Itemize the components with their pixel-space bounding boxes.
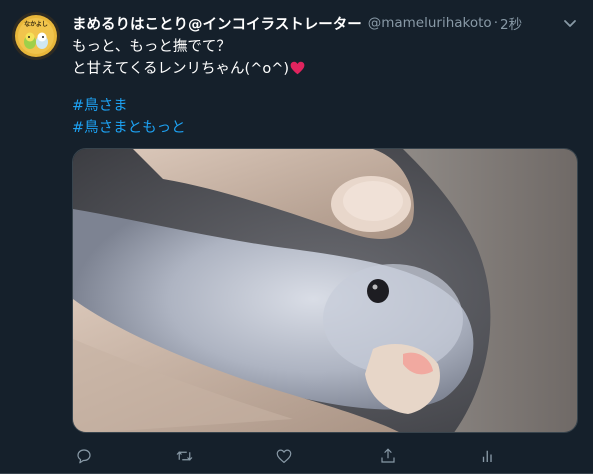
- more-options-button[interactable]: [559, 12, 581, 34]
- like-icon: [276, 449, 292, 463]
- author-handle[interactable]: @mamelurihakoto: [368, 15, 492, 31]
- share-button[interactable]: [376, 444, 400, 468]
- tweet-actions: [72, 444, 502, 468]
- hashtag-link[interactable]: #鳥さまともっと: [72, 117, 186, 139]
- tweet-text-line: と甘えてくるレンリちゃん(^o^): [72, 58, 305, 80]
- hashtag-list: #鳥さま #鳥さまともっと: [72, 95, 186, 139]
- analytics-button[interactable]: [476, 444, 500, 468]
- reply-button[interactable]: [72, 444, 96, 468]
- reply-icon: [77, 449, 91, 464]
- heart-emoji-icon: [290, 61, 305, 75]
- retweet-button[interactable]: [172, 444, 196, 468]
- tweet-timestamp[interactable]: 2秒: [500, 13, 522, 33]
- tweet[interactable]: なかよし まめるりはことり@インコイラストレーター @mamelurihakot…: [0, 0, 593, 474]
- tweet-text: もっと、もっと撫でて？ と甘えてくるレンリちゃん(^o^): [72, 36, 305, 80]
- hashtag-link[interactable]: #鳥さま: [72, 95, 186, 117]
- chevron-down-icon: [564, 20, 576, 27]
- avatar-image: なかよし: [12, 12, 60, 60]
- analytics-icon: [482, 450, 492, 462]
- share-icon: [381, 448, 395, 463]
- header-separator: ·: [493, 15, 498, 31]
- author-display-name[interactable]: まめるりはことり@インコイラストレーター: [72, 13, 362, 34]
- tweet-text-segment: と甘えてくるレンリちゃん(^o^): [72, 61, 290, 77]
- tweet-text-line: もっと、もっと撫でて？: [72, 39, 231, 55]
- avatar[interactable]: なかよし: [12, 12, 60, 60]
- bird-photo: [73, 149, 577, 432]
- avatar-logo-text: なかよし: [24, 20, 48, 28]
- tweet-header: まめるりはことり@インコイラストレーター @mamelurihakoto · 2…: [72, 12, 542, 34]
- retweet-icon: [176, 451, 192, 461]
- tweet-photo[interactable]: [72, 148, 578, 433]
- like-button[interactable]: [272, 444, 296, 468]
